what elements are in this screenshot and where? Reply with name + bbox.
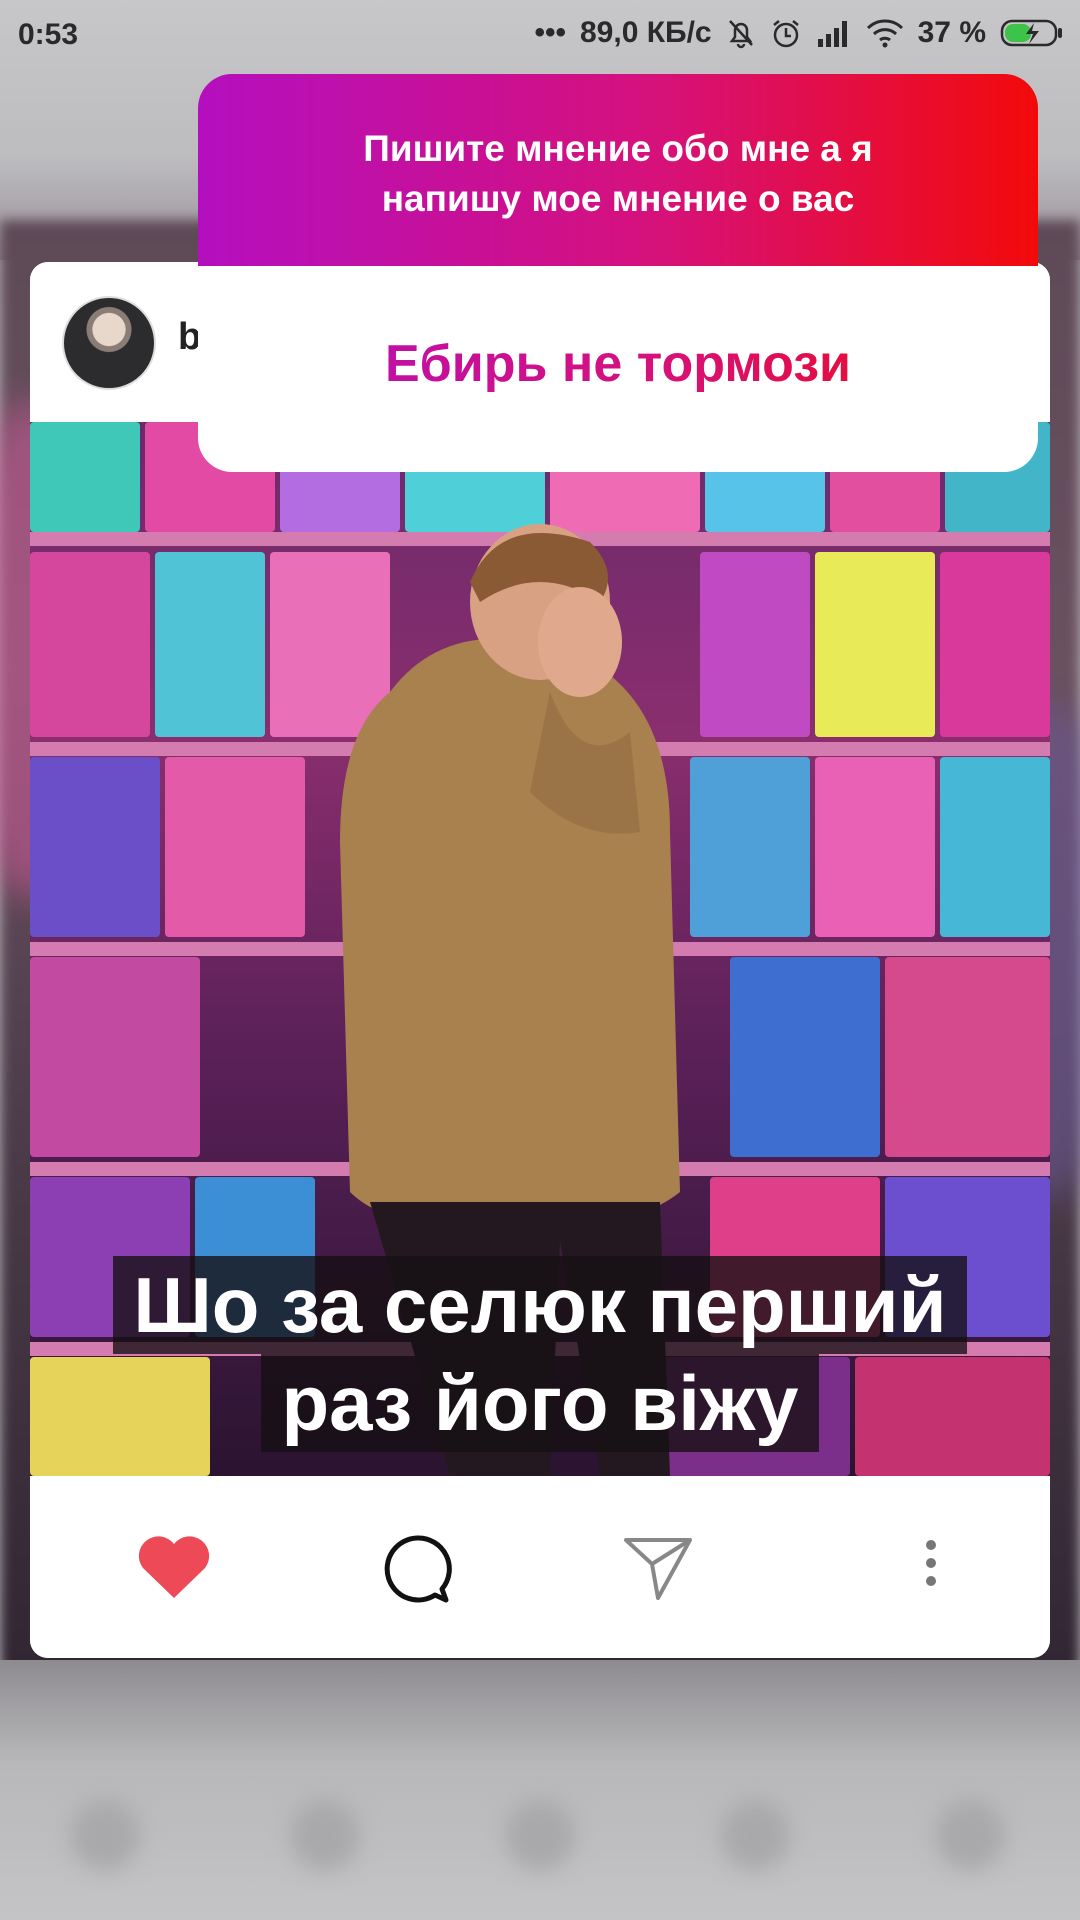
question-sticker-header: Пишите мнение обо мне а я напишу мое мне…: [198, 74, 1038, 274]
battery-percent: 37 %: [917, 16, 986, 49]
toy-box: [30, 757, 160, 937]
post-photo[interactable]: Шо за селюк перший раз його віжу: [30, 422, 1050, 1476]
status-icons: ••• 89,0 КБ/с 37 %: [534, 16, 1064, 50]
post-actions: [30, 1476, 1050, 1658]
question-line-2: напишу мое мнение о вас: [381, 178, 855, 219]
toy-box: [30, 552, 150, 737]
more-icon[interactable]: [923, 1538, 939, 1588]
status-bar: 0:53 ••• 89,0 КБ/с 37 %: [0, 0, 1080, 72]
alarm-icon: [772, 20, 799, 48]
search-icon: [290, 1800, 360, 1870]
toy-box: [815, 552, 935, 737]
profile-icon: [935, 1800, 1005, 1870]
toy-box: [700, 552, 810, 737]
battery-charging-icon: [1000, 19, 1062, 47]
toy-box: [815, 757, 935, 937]
notification-dots: •••: [534, 16, 566, 49]
question-line-1: Пишите мнение обо мне а я: [363, 128, 873, 169]
toy-box: [30, 422, 140, 532]
share-icon[interactable]: [622, 1534, 694, 1602]
toy-box: [30, 957, 200, 1157]
bell-off-icon: [728, 20, 753, 49]
caption-line-1: Шо за селюк перший: [113, 1256, 967, 1354]
caption-line-2: раз його віжу: [261, 1354, 819, 1452]
toy-box: [885, 957, 1050, 1157]
toy-box: [940, 552, 1050, 737]
heart-icon[interactable]: [136, 1534, 212, 1600]
wifi-icon: [866, 19, 903, 48]
activity-icon: [720, 1800, 790, 1870]
status-time: 0:53: [18, 18, 79, 51]
toy-box: [730, 957, 880, 1157]
question-answer-box[interactable]: Ебирь не тормози: [198, 266, 1038, 472]
toy-box: [940, 757, 1050, 937]
photo-caption: Шо за селюк перший раз його віжу: [30, 1256, 1050, 1452]
toy-box: [165, 757, 305, 937]
signal-icon: [817, 21, 847, 47]
background-bottom: [0, 1660, 1080, 1920]
network-speed: 89,0 КБ/с: [579, 16, 712, 49]
question-text: Пишите мнение обо мне а я напишу мое мне…: [198, 124, 1038, 224]
home-icon: [70, 1800, 140, 1870]
avatar[interactable]: [62, 296, 156, 390]
add-icon: [505, 1800, 575, 1870]
toy-box: [155, 552, 265, 737]
comment-icon[interactable]: [382, 1534, 452, 1604]
question-answer: Ебирь не тормози: [198, 334, 1038, 394]
